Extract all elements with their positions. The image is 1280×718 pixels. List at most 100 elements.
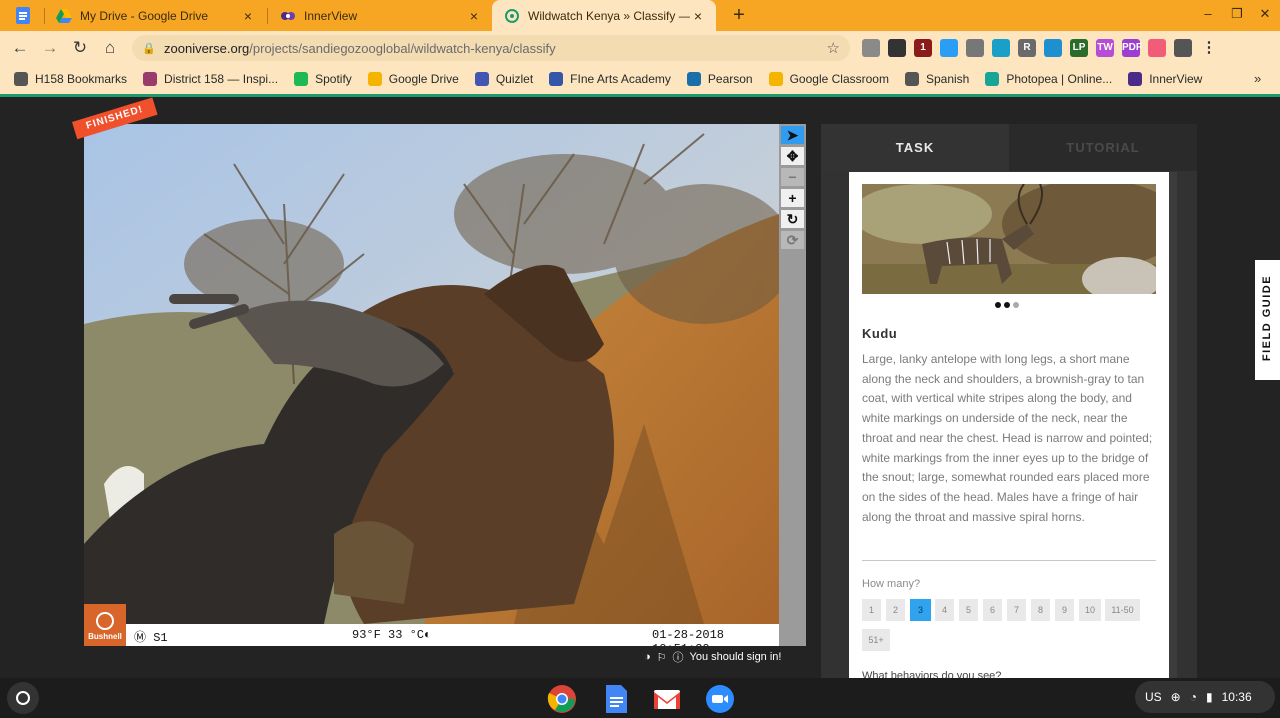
count-button-10[interactable]: 10 <box>1079 599 1101 621</box>
status-tray[interactable]: US ⊕ ◔ ▮ 10:36 <box>1135 681 1275 713</box>
kudu-photo[interactable] <box>862 184 1156 294</box>
bookmark-favicon-icon <box>143 72 158 86</box>
tab-google-drive[interactable]: My Drive - Google Drive × <box>44 0 266 31</box>
carousel-dot[interactable] <box>1013 302 1019 308</box>
tab-close-icon[interactable]: × <box>690 8 706 24</box>
tab-innerview[interactable]: InnerView × <box>268 0 492 31</box>
bookmark-favicon-icon <box>294 72 309 86</box>
ext-tw-icon[interactable]: TW <box>1096 39 1114 57</box>
launcher-icon[interactable] <box>7 682 39 714</box>
puzzle-icon[interactable] <box>862 39 880 57</box>
tab-title: My Drive - Google Drive <box>80 8 209 23</box>
clock: 10:36 <box>1221 690 1252 704</box>
camera-id: Ⓜ S1 <box>134 631 168 645</box>
signin-message[interactable]: You should sign in! <box>690 651 782 663</box>
bookmark-item[interactable]: Spanish <box>904 72 969 86</box>
ext-ublock-icon[interactable]: 1 <box>914 39 932 57</box>
count-button-8[interactable]: 8 <box>1031 599 1050 621</box>
address-bar[interactable]: 🔒 zooniverse.org/projects/sandiegozooglo… <box>132 35 850 61</box>
reset-tool[interactable]: ⟳ <box>781 231 804 249</box>
forward-icon[interactable]: → <box>39 37 61 59</box>
bookmark-favicon-icon <box>985 72 1000 86</box>
count-button-11-50[interactable]: 11-50 <box>1105 599 1140 621</box>
subject-viewer[interactable]: Ⓜ S1 93°F 33 °C◐ 01-28-2018 10:51:30 Bus… <box>84 124 779 646</box>
bookmark-item[interactable]: FIne Arts Academy <box>549 72 671 86</box>
new-tab-button[interactable]: + <box>728 4 750 26</box>
gmail-icon[interactable] <box>652 684 682 714</box>
bookmark-item[interactable]: District 158 — Inspi... <box>143 72 278 86</box>
field-guide-label: FIELD GUIDE <box>1261 274 1273 362</box>
bookmark-item[interactable]: Spotify <box>294 72 352 86</box>
bookmark-item[interactable]: Photopea | Online... <box>985 72 1112 86</box>
tab-tutorial[interactable]: TUTORIAL <box>1009 124 1197 171</box>
invert-icon[interactable]: ◑ <box>644 651 651 663</box>
maximize-icon[interactable]: ❐ <box>1229 6 1245 22</box>
extensions-icon[interactable] <box>1174 39 1192 57</box>
bookmark-item[interactable]: Google Classroom <box>768 72 889 86</box>
ext-cloud-icon[interactable] <box>1044 39 1062 57</box>
bookmark-item[interactable]: Google Drive <box>367 72 459 86</box>
count-button-2[interactable]: 2 <box>886 599 905 621</box>
species-card: Kudu Large, lanky antelope with long leg… <box>849 172 1169 678</box>
ext-pdf-icon[interactable]: PDF <box>1122 39 1142 57</box>
tab-task[interactable]: TASK <box>821 124 1009 171</box>
flag-icon[interactable]: ⚐ <box>657 651 667 664</box>
chrome-icon[interactable] <box>547 684 577 714</box>
bookmark-item[interactable]: H158 Bookmarks <box>14 72 127 86</box>
bookmark-item[interactable]: Pearson <box>686 72 753 86</box>
docs-app-icon[interactable] <box>16 7 30 24</box>
count-button-6[interactable]: 6 <box>983 599 1002 621</box>
rotate-tool[interactable]: ↻ <box>781 210 804 228</box>
how-many-label: How many? <box>862 578 921 590</box>
url-host: zooniverse.org <box>164 40 250 56</box>
move-tool[interactable]: ✥ <box>781 147 804 165</box>
bookmark-favicon-icon <box>549 72 564 86</box>
zoom-icon[interactable] <box>705 684 735 714</box>
card-scrollbar[interactable] <box>1169 172 1177 678</box>
card-divider <box>862 560 1156 561</box>
url-path: /projects/sandiegozooglobal/wildwatch-ke… <box>249 40 556 56</box>
bookmark-favicon-icon <box>686 72 701 86</box>
zoom-in-tool[interactable]: + <box>781 189 804 207</box>
count-button-5[interactable]: 5 <box>959 599 978 621</box>
count-button-9[interactable]: 9 <box>1055 599 1074 621</box>
camera-trap-photo[interactable] <box>84 124 779 624</box>
zoom-out-tool[interactable]: − <box>781 168 804 186</box>
count-button-4[interactable]: 4 <box>935 599 954 621</box>
image-toolbar: ➤ ✥ − + ↻ ⟳ <box>779 124 806 646</box>
ext-download-icon[interactable] <box>940 39 958 57</box>
field-guide-button[interactable]: FIELD GUIDE <box>1255 260 1280 380</box>
back-icon[interactable]: ← <box>9 37 31 59</box>
camera-timestamp: 01-28-2018 10:51:30 <box>652 628 725 646</box>
count-button-7[interactable]: 7 <box>1007 599 1026 621</box>
bookmarks-overflow-icon[interactable]: » <box>1254 71 1266 86</box>
tab-close-icon[interactable]: × <box>240 8 256 24</box>
home-icon[interactable]: ⌂ <box>99 37 121 59</box>
carousel-dot[interactable] <box>1004 302 1010 308</box>
minimize-icon[interactable]: – <box>1200 6 1216 21</box>
tab-wildwatch-kenya[interactable]: Wildwatch Kenya » Classify — Zo × <box>492 0 716 31</box>
ext-globe-icon[interactable] <box>992 39 1010 57</box>
menu-icon[interactable]: ⋮ <box>1200 39 1218 57</box>
info-icon[interactable]: ⓘ <box>673 649 684 665</box>
ext-vidyard-icon[interactable] <box>1148 39 1166 57</box>
count-button-1[interactable]: 1 <box>862 599 881 621</box>
pointer-tool[interactable]: ➤ <box>781 126 804 144</box>
bookmark-item[interactable]: Quizlet <box>474 72 533 86</box>
carousel-dot[interactable] <box>995 302 1001 308</box>
reload-icon[interactable]: ↻ <box>69 37 91 59</box>
count-button-3[interactable]: 3 <box>910 599 931 621</box>
ext-ninja-icon[interactable] <box>888 39 906 57</box>
bookmark-favicon-icon <box>768 72 783 86</box>
ext-lp-icon[interactable]: LP <box>1070 39 1088 57</box>
bookmark-star-icon[interactable]: ☆ <box>827 39 840 57</box>
ext-kami-icon[interactable] <box>966 39 984 57</box>
google-docs-icon[interactable] <box>601 684 631 714</box>
tab-close-icon[interactable]: × <box>466 8 482 24</box>
count-button-51+[interactable]: 51+ <box>862 629 890 651</box>
close-window-icon[interactable]: ✕ <box>1257 6 1273 22</box>
ext-r-icon[interactable]: R <box>1018 39 1036 57</box>
locale-indicator: US <box>1145 690 1162 704</box>
bookmark-item[interactable]: InnerView <box>1128 72 1202 86</box>
bookmarks-bar: H158 Bookmarks District 158 — Inspi... Spo… <box>0 65 1280 93</box>
